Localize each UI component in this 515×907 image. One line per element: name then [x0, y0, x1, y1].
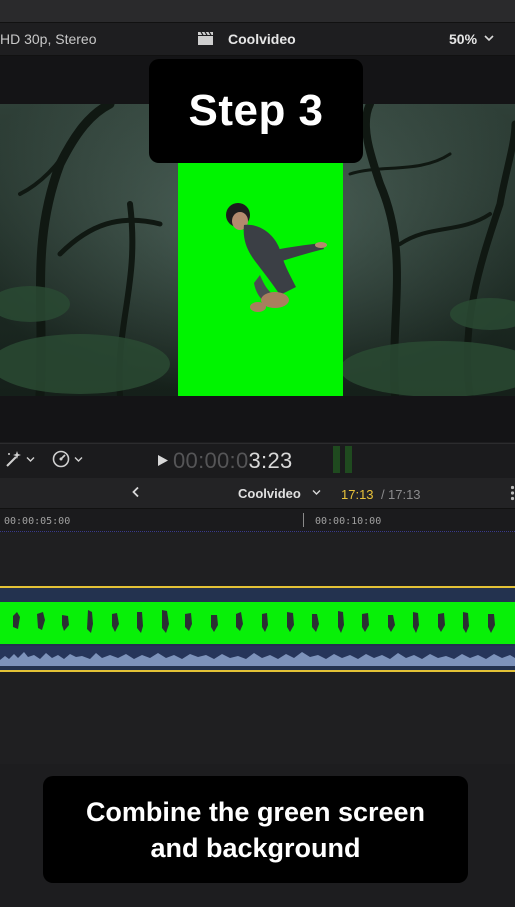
viewer-project-title: Coolvideo [228, 31, 296, 47]
audio-meter-right [345, 446, 352, 473]
clapperboard-icon [198, 32, 213, 45]
timeline-ruler[interactable] [0, 509, 515, 532]
caption-line-1: Combine the green screen [85, 796, 426, 827]
step-title-overlay: Step 3 [149, 59, 363, 163]
zoom-level-dropdown[interactable]: 50% [449, 31, 477, 47]
audio-meter-left [333, 446, 340, 473]
format-label: HD 30p, Stereo [0, 31, 97, 47]
caption-overlay: Combine the green screen and background [43, 776, 468, 883]
timeline-project-name[interactable]: Coolvideo [238, 486, 301, 501]
more-options-icon[interactable] [510, 485, 515, 501]
chevron-down-icon[interactable] [484, 34, 494, 42]
magic-wand-icon[interactable] [4, 450, 22, 468]
clip-filmstrip [0, 602, 515, 644]
window-top-bar [0, 0, 515, 23]
chevron-down-icon[interactable] [312, 489, 321, 496]
timecode-display: 00:00:03:23 [173, 448, 293, 474]
current-duration: 17:13 [341, 487, 374, 502]
speedometer-icon[interactable] [52, 450, 70, 468]
audio-waveform [0, 646, 515, 666]
total-duration: 17:13 [388, 487, 421, 502]
back-arrow-icon[interactable] [131, 486, 141, 498]
dancer-figure [226, 203, 327, 312]
playhead[interactable] [303, 513, 304, 527]
chevron-down-icon[interactable] [26, 456, 35, 463]
play-icon[interactable] [157, 454, 169, 467]
ruler-mark: 00:00:05:00 [4, 516, 71, 527]
ruler-mark: 00:00:10:00 [315, 516, 382, 527]
chevron-down-icon[interactable] [74, 456, 83, 463]
caption-line-2: and background [150, 832, 361, 863]
timecode-bright: 3:23 [248, 448, 293, 473]
duration-separator: / [381, 487, 385, 502]
step-title: Step 3 [188, 86, 324, 135]
timecode-dim: 00:00:0 [173, 448, 249, 473]
